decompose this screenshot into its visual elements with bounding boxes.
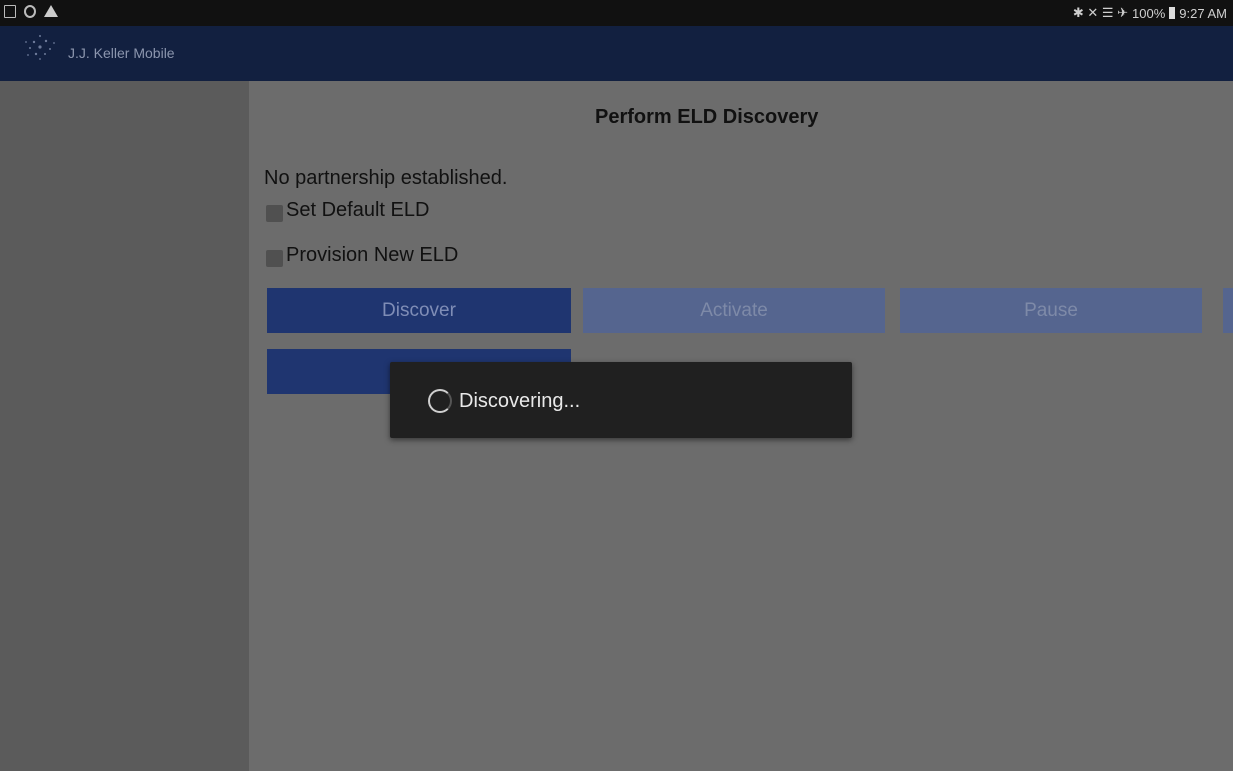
loading-spinner-icon — [428, 389, 452, 413]
set-default-eld-checkbox[interactable] — [266, 205, 283, 222]
app-bar: J.J. Keller Mobile — [0, 26, 1233, 81]
app-title: J.J. Keller Mobile — [68, 45, 175, 61]
pause-button[interactable]: Pause — [900, 288, 1202, 333]
provision-new-eld-option[interactable]: Provision New ELD — [266, 244, 458, 267]
sidebar — [0, 81, 249, 771]
system-icons: ✱ ✕ ☰ ✈ — [1072, 5, 1129, 20]
activate-button[interactable]: Activate — [583, 288, 885, 333]
battery-icon — [1169, 7, 1176, 19]
provision-new-eld-checkbox[interactable] — [266, 250, 283, 267]
partnership-status: No partnership established. — [264, 167, 508, 189]
progress-message: Discovering... — [459, 390, 581, 412]
notification-sync-icon — [24, 5, 36, 18]
page-title: Perform ELD Discovery — [595, 106, 819, 128]
discover-button[interactable]: Discover — [267, 288, 571, 333]
warning-icon — [44, 5, 58, 17]
app-logo-icon — [25, 35, 55, 60]
set-default-eld-option[interactable]: Set Default ELD — [266, 199, 429, 222]
battery-percent: 100% — [1132, 5, 1166, 21]
notification-icons — [4, 5, 58, 18]
clock: 9:27 AM — [1179, 5, 1227, 21]
provision-new-eld-label: Provision New ELD — [286, 244, 459, 266]
progress-dialog: Discovering... — [390, 362, 852, 438]
status-bar: ✱ ✕ ☰ ✈ 100% 9:27 AM — [0, 0, 1233, 26]
notification-app-icon — [4, 5, 16, 18]
system-status: ✱ ✕ ☰ ✈ 100% 9:27 AM — [1073, 5, 1227, 21]
scroll-edge — [1223, 288, 1233, 333]
set-default-eld-label: Set Default ELD — [286, 199, 430, 221]
